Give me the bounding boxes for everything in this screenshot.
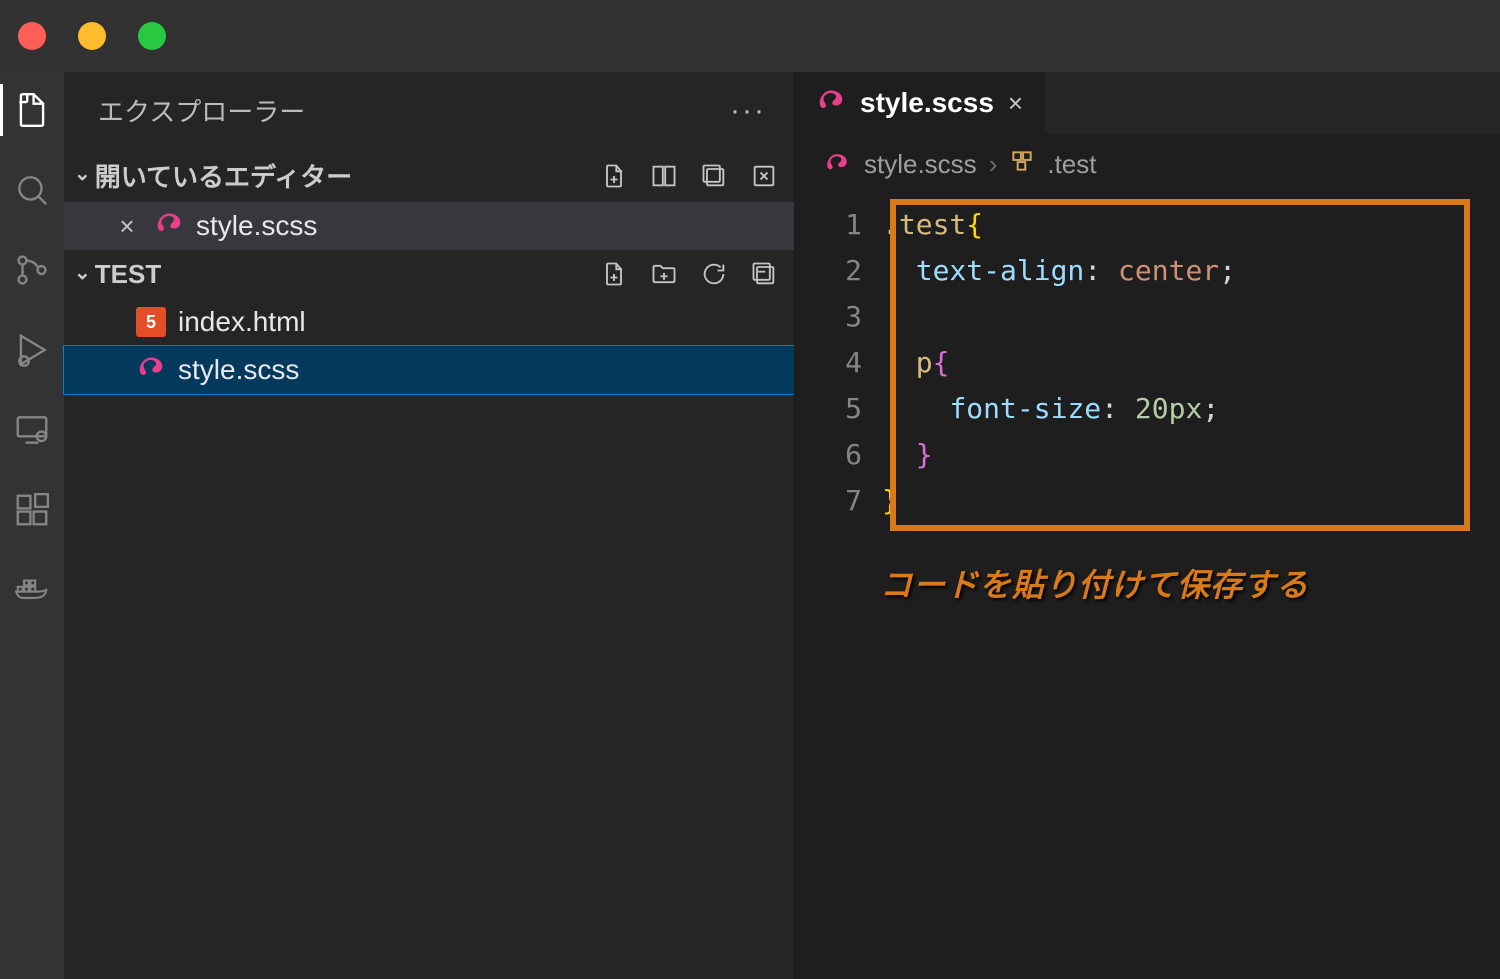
line-number: 3 bbox=[794, 300, 882, 333]
open-editors-header[interactable]: ⌄ 開いているエディター bbox=[64, 149, 794, 202]
code-line[interactable]: 6 } bbox=[794, 431, 1500, 477]
breadcrumb-separator-icon: › bbox=[989, 149, 998, 180]
code-editor[interactable]: 1.test{2 text-align: center;3 4 p{5 font… bbox=[794, 195, 1500, 523]
explorer-activity-icon[interactable] bbox=[12, 90, 52, 130]
code-content[interactable] bbox=[882, 300, 916, 333]
close-icon[interactable]: × bbox=[112, 211, 142, 242]
maximize-window-button[interactable] bbox=[138, 22, 166, 50]
code-line[interactable]: 5 font-size: 20px; bbox=[794, 385, 1500, 431]
collapse-all-icon[interactable] bbox=[748, 258, 780, 290]
explorer-more-icon[interactable]: ··· bbox=[730, 94, 766, 128]
editor-tab-label: style.scss bbox=[860, 87, 994, 119]
chevron-down-icon: ⌄ bbox=[74, 161, 91, 186]
docker-activity-icon[interactable] bbox=[12, 570, 52, 610]
code-line[interactable]: 1.test{ bbox=[794, 201, 1500, 247]
sass-icon bbox=[822, 150, 852, 180]
sass-icon bbox=[816, 88, 846, 118]
line-number: 6 bbox=[794, 438, 882, 471]
refresh-icon[interactable] bbox=[698, 258, 730, 290]
open-editor-item[interactable]: × style.scss bbox=[64, 202, 794, 250]
breadcrumb-symbol[interactable]: .test bbox=[1047, 149, 1096, 180]
code-line[interactable]: 7} bbox=[794, 477, 1500, 523]
editor-tabs: style.scss × bbox=[794, 72, 1500, 134]
line-number: 2 bbox=[794, 254, 882, 287]
file-tree-filename: style.scss bbox=[178, 354, 299, 386]
new-file-icon[interactable] bbox=[598, 258, 630, 290]
close-window-button[interactable] bbox=[18, 22, 46, 50]
sass-icon bbox=[136, 355, 166, 385]
close-all-icon[interactable] bbox=[748, 160, 780, 192]
traffic-lights bbox=[14, 22, 166, 50]
extensions-activity-icon[interactable] bbox=[12, 490, 52, 530]
code-content[interactable]: } bbox=[882, 484, 899, 517]
explorer-header: エクスプローラー ··· bbox=[64, 72, 794, 149]
file-tree-item-scss[interactable]: style.scss bbox=[64, 346, 794, 394]
minimize-window-button[interactable] bbox=[78, 22, 106, 50]
code-content[interactable]: .test{ bbox=[882, 208, 983, 241]
open-editors-label: 開いているエディター bbox=[95, 157, 352, 194]
window-titlebar bbox=[0, 0, 1500, 72]
file-tree-item-html[interactable]: 5 index.html bbox=[64, 298, 794, 346]
new-folder-icon[interactable] bbox=[648, 258, 680, 290]
search-activity-icon[interactable] bbox=[12, 170, 52, 210]
remote-activity-icon[interactable] bbox=[12, 410, 52, 450]
breadcrumb-file[interactable]: style.scss bbox=[864, 149, 977, 180]
toggle-layout-icon[interactable] bbox=[648, 160, 680, 192]
source-control-activity-icon[interactable] bbox=[12, 250, 52, 290]
code-content[interactable]: font-size: 20px; bbox=[882, 392, 1219, 425]
workspace-label: TEST bbox=[95, 259, 161, 290]
line-number: 5 bbox=[794, 392, 882, 425]
open-editors-actions bbox=[598, 160, 780, 192]
file-tree-filename: index.html bbox=[178, 306, 306, 338]
explorer-title: エクスプローラー bbox=[98, 92, 305, 129]
open-editor-filename: style.scss bbox=[196, 210, 317, 242]
new-file-icon[interactable] bbox=[598, 160, 630, 192]
editor-tab[interactable]: style.scss × bbox=[794, 72, 1045, 134]
code-line[interactable]: 3 bbox=[794, 293, 1500, 339]
breadcrumbs[interactable]: style.scss › .test bbox=[794, 134, 1500, 195]
code-line[interactable]: 2 text-align: center; bbox=[794, 247, 1500, 293]
editor-pane: style.scss × style.scss › .test 1.test{2… bbox=[794, 72, 1500, 979]
line-number: 1 bbox=[794, 208, 882, 241]
workspace-header[interactable]: ⌄ TEST bbox=[64, 250, 794, 298]
line-number: 7 bbox=[794, 484, 882, 517]
code-content[interactable]: } bbox=[882, 438, 933, 471]
save-all-icon[interactable] bbox=[698, 160, 730, 192]
code-content[interactable]: p{ bbox=[882, 346, 949, 379]
line-number: 4 bbox=[794, 346, 882, 379]
annotation-text: コードを貼り付けて保存する bbox=[880, 560, 1309, 606]
code-content[interactable]: text-align: center; bbox=[882, 254, 1236, 287]
close-tab-icon[interactable]: × bbox=[1008, 88, 1023, 119]
html5-icon: 5 bbox=[136, 307, 166, 337]
chevron-down-icon: ⌄ bbox=[74, 260, 91, 285]
explorer-sidebar: エクスプローラー ··· ⌄ 開いているエディター × style.scss bbox=[64, 72, 794, 979]
run-debug-activity-icon[interactable] bbox=[12, 330, 52, 370]
sass-icon bbox=[154, 211, 184, 241]
activity-bar bbox=[0, 72, 64, 979]
code-line[interactable]: 4 p{ bbox=[794, 339, 1500, 385]
symbol-icon bbox=[1009, 148, 1035, 181]
workspace-actions bbox=[598, 258, 780, 290]
